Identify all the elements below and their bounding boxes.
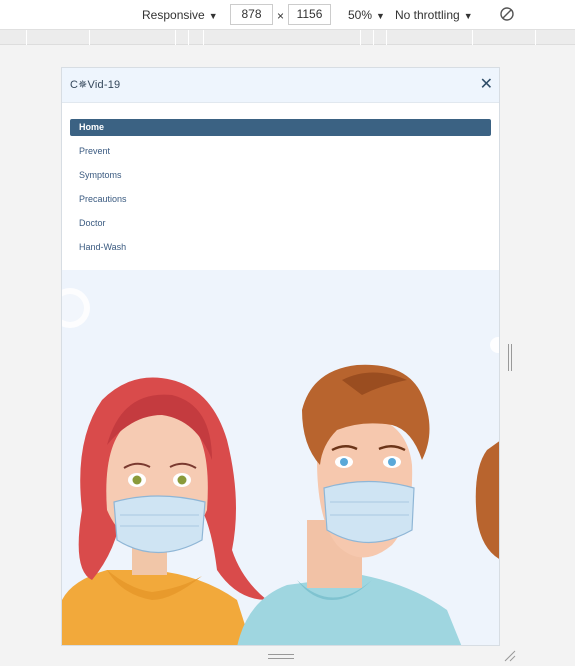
nav-item-prevent[interactable]: Prevent	[70, 143, 491, 160]
media-query-bar[interactable]	[0, 30, 575, 45]
device-toolbar: Responsive ▼ 878 × 1156 50% ▼ No throttlin…	[0, 0, 575, 30]
hero-illustration	[62, 270, 499, 645]
nav-item-precautions[interactable]: Precautions	[70, 191, 491, 208]
virus-icon	[62, 288, 90, 328]
site-header: C✵Vid-19 ✕	[62, 68, 499, 103]
device-select-label: Responsive	[142, 8, 205, 22]
throttling-caret-icon: ▼	[463, 11, 473, 21]
device-viewport: C✵Vid-19 ✕ Home Prevent Symptoms Precaut…	[61, 67, 500, 646]
zoom-caret-icon: ▼	[376, 11, 385, 21]
throttling-select[interactable]: No throttling ▼	[395, 6, 473, 25]
device-select[interactable]: Responsive ▼	[142, 6, 218, 25]
device-caret-icon: ▼	[208, 11, 218, 21]
woman-figure	[62, 377, 268, 645]
resize-handle-bottom[interactable]	[268, 654, 294, 659]
zoom-select-label: 50%	[348, 8, 373, 22]
site-logo[interactable]: C✵Vid-19	[70, 78, 120, 91]
resize-handle-right[interactable]	[508, 344, 512, 371]
zoom-select[interactable]: 50% ▼	[348, 6, 385, 25]
close-menu-icon[interactable]: ✕	[480, 75, 493, 93]
masked-people-illustration	[62, 288, 499, 645]
virus-icon	[490, 337, 499, 353]
partial-figure	[475, 441, 499, 559]
nav-item-doctor[interactable]: Doctor	[70, 215, 491, 232]
nav-menu: Home Prevent Symptoms Precautions Doctor…	[62, 103, 499, 270]
nav-item-hand-wash[interactable]: Hand-Wash	[70, 239, 491, 256]
width-input[interactable]: 878	[230, 4, 273, 25]
nav-item-symptoms[interactable]: Symptoms	[70, 167, 491, 184]
height-input[interactable]: 1156	[288, 4, 331, 25]
resize-corner-icon[interactable]	[504, 650, 516, 662]
throttling-select-label: No throttling	[395, 8, 460, 22]
nav-item-home[interactable]: Home	[70, 119, 491, 136]
rotate-icon[interactable]	[499, 6, 515, 22]
dimension-separator: ×	[277, 9, 285, 23]
man-figure	[237, 364, 462, 645]
